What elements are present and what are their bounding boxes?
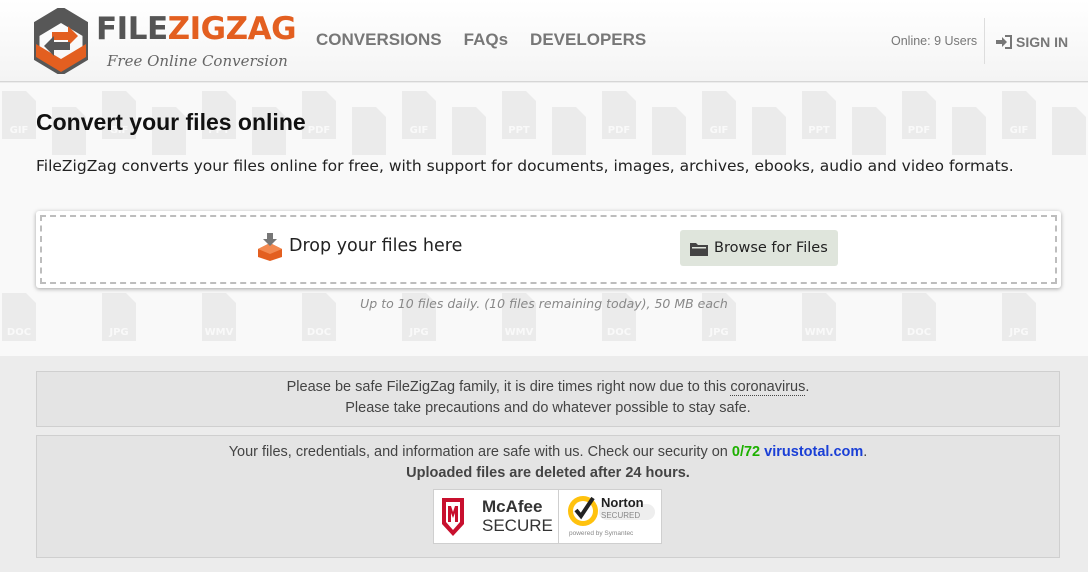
svg-text:PDF: PDF bbox=[608, 125, 630, 136]
svg-text:PDF: PDF bbox=[308, 125, 330, 136]
norton-symantec-label: powered by Symantec bbox=[569, 530, 634, 537]
brand-name[interactable]: FILEZIGZAG bbox=[96, 11, 297, 47]
security-badges: McAfee SECURE Norton SECURED powered by … bbox=[433, 489, 662, 544]
browse-files-label: Browse for Files bbox=[714, 240, 828, 256]
page-description: FileZigZag converts your files online fo… bbox=[36, 157, 1014, 175]
download-box-icon bbox=[258, 233, 282, 261]
nav-faqs[interactable]: FAQs bbox=[464, 30, 508, 50]
sign-in-button[interactable]: SIGN IN bbox=[996, 34, 1068, 50]
svg-text:JPG: JPG bbox=[408, 327, 428, 338]
svg-text:GIF: GIF bbox=[710, 125, 729, 136]
file-type-pattern-icon: GIF bbox=[702, 91, 736, 139]
site-header: FILEZIGZAG Free Online Conversion CONVER… bbox=[0, 0, 1088, 82]
main-nav: CONVERSIONS FAQs DEVELOPERS bbox=[316, 30, 646, 50]
upload-limits-text: Up to 10 files daily. (10 files remainin… bbox=[360, 296, 728, 311]
svg-text:DOC: DOC bbox=[307, 327, 331, 338]
sign-in-icon bbox=[996, 35, 1012, 49]
browse-files-button[interactable]: Browse for Files bbox=[680, 230, 838, 266]
covid-period: . bbox=[805, 379, 810, 395]
file-type-pattern-icon: PPT bbox=[502, 91, 536, 139]
file-type-pattern-icon: GIF bbox=[402, 91, 436, 139]
norton-secured-label: SECURED bbox=[601, 511, 641, 520]
security-line: Your files, credentials, and information… bbox=[37, 442, 1059, 463]
covid-notice-line2: Please take precautions and do whatever … bbox=[345, 400, 751, 416]
nav-conversions[interactable]: CONVERSIONS bbox=[316, 30, 442, 50]
covid-notice-line1: Please be safe FileZigZag family, it is … bbox=[37, 377, 1059, 398]
file-type-pattern-icon bbox=[552, 107, 586, 155]
svg-text:PPT: PPT bbox=[808, 125, 830, 136]
svg-text:DOC: DOC bbox=[7, 327, 31, 338]
file-drop-zone[interactable]: Drop your files here Browse for Files bbox=[36, 211, 1061, 288]
file-type-pattern-icon bbox=[452, 107, 486, 155]
folder-icon bbox=[690, 242, 708, 256]
svg-text:DOC: DOC bbox=[607, 327, 631, 338]
brand-name-part2: ZIGZAG bbox=[167, 11, 297, 47]
security-notice: Your files, credentials, and information… bbox=[36, 435, 1060, 558]
file-type-pattern-icon bbox=[652, 107, 686, 155]
file-type-pattern-icon bbox=[852, 107, 886, 155]
svg-text:JPG: JPG bbox=[708, 327, 728, 338]
covid-text: Please be safe FileZigZag family, it is … bbox=[286, 379, 731, 395]
svg-text:WMV: WMV bbox=[205, 327, 234, 338]
svg-text:DOC: DOC bbox=[907, 327, 931, 338]
zigzag-hexagon-logo[interactable] bbox=[34, 8, 88, 74]
sign-in-label: SIGN IN bbox=[1016, 34, 1069, 50]
virustotal-link[interactable]: virustotal.com bbox=[764, 444, 863, 460]
mcafee-secure-label: SECURE bbox=[482, 516, 553, 535]
security-text: Your files, credentials, and information… bbox=[228, 444, 732, 460]
svg-text:GIF: GIF bbox=[410, 125, 429, 136]
svg-text:PDF: PDF bbox=[908, 125, 930, 136]
brand-name-part1: FILE bbox=[96, 11, 168, 47]
virustotal-score: 0/72 bbox=[731, 444, 761, 460]
mcafee-secure-badge[interactable]: McAfee SECURE bbox=[433, 489, 559, 544]
norton-secured-badge[interactable]: Norton SECURED powered by Symantec bbox=[559, 489, 662, 544]
brand-tagline: Free Online Conversion bbox=[107, 52, 288, 70]
hero-section: GIFGIFPPTPDFGIFPPTPDFGIFPPTPDFGIFPPTGIFD… bbox=[0, 83, 1088, 356]
header-divider bbox=[984, 18, 985, 64]
drop-files-label: Drop your files here bbox=[289, 236, 463, 256]
nav-developers[interactable]: DEVELOPERS bbox=[530, 30, 646, 50]
file-type-pattern-icon: PPT bbox=[802, 91, 836, 139]
svg-text:WMV: WMV bbox=[805, 327, 834, 338]
file-type-pattern-icon bbox=[952, 107, 986, 155]
file-type-pattern-icon: GIF bbox=[1002, 91, 1036, 139]
files-deleted-notice: Uploaded files are deleted after 24 hour… bbox=[406, 465, 690, 481]
svg-text:GIF: GIF bbox=[10, 125, 29, 136]
coronavirus-link[interactable]: coronavirus bbox=[730, 379, 806, 396]
security-period: . bbox=[863, 444, 868, 460]
svg-text:PPT: PPT bbox=[508, 125, 530, 136]
drop-zone-border bbox=[40, 215, 1057, 284]
svg-text:JPG: JPG bbox=[108, 327, 128, 338]
svg-text:GIF: GIF bbox=[1010, 125, 1029, 136]
online-users-count: Online: 9 Users bbox=[891, 34, 978, 48]
file-type-pattern-icon: PDF bbox=[302, 91, 336, 139]
svg-text:JPG: JPG bbox=[1008, 327, 1028, 338]
file-type-pattern-icon: GIF bbox=[2, 91, 36, 139]
file-type-pattern-icon: PDF bbox=[902, 91, 936, 139]
covid-notice: Please be safe FileZigZag family, it is … bbox=[36, 371, 1060, 427]
page-title: Convert your files online bbox=[36, 109, 306, 135]
file-type-pattern-icon: PDF bbox=[602, 91, 636, 139]
mcafee-label: McAfee bbox=[482, 497, 543, 516]
svg-text:WMV: WMV bbox=[505, 327, 534, 338]
norton-label: Norton bbox=[601, 495, 644, 510]
file-type-pattern-icon bbox=[1052, 107, 1086, 155]
file-type-pattern-icon bbox=[752, 107, 786, 155]
file-type-pattern-icon bbox=[352, 107, 386, 155]
